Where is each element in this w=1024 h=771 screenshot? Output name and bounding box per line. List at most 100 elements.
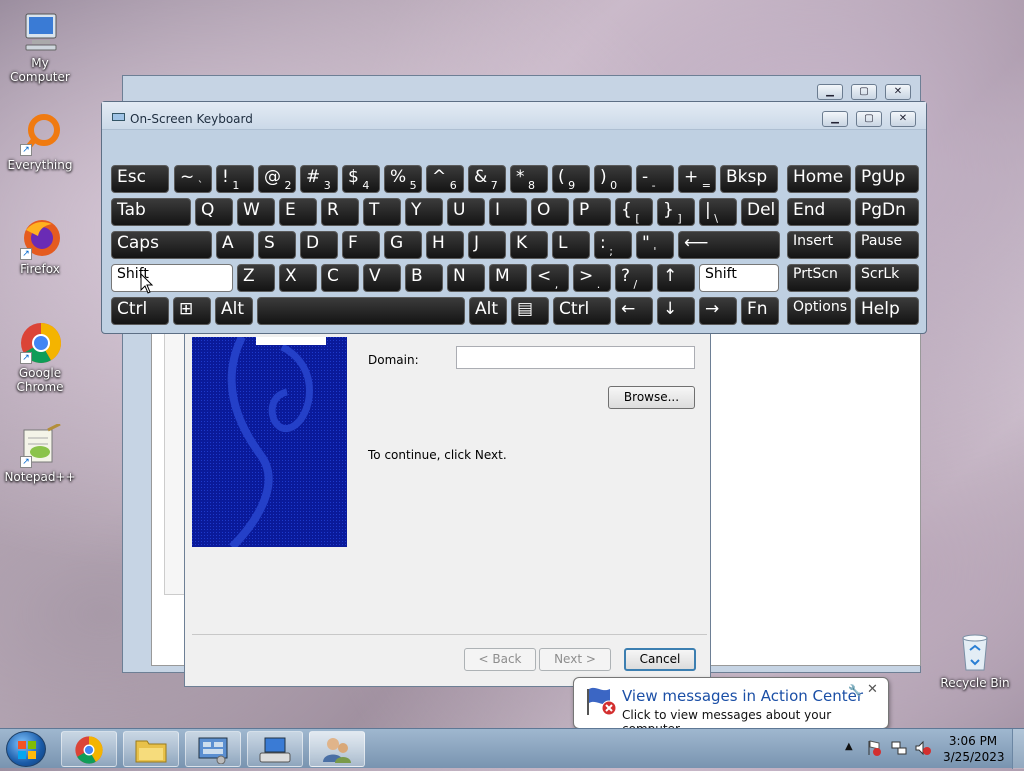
key-symbol[interactable]: ) 0 (594, 165, 632, 193)
domain-input[interactable] (456, 346, 695, 369)
notification-title[interactable]: View messages in Action Center (622, 687, 863, 705)
key-prtscn[interactable]: PrtScn (787, 264, 851, 292)
key-symbol[interactable]: * 8 (510, 165, 548, 193)
taskbar-explorer[interactable] (123, 731, 179, 767)
key-pgup[interactable]: PgUp (855, 165, 919, 193)
desktop-icon-firefox[interactable]: ↗ Firefox (0, 216, 80, 276)
key-l[interactable]: L (552, 231, 590, 259)
key-symbol[interactable]: ~ ` (174, 165, 212, 193)
key-y[interactable]: Y (405, 198, 443, 226)
key-symbol[interactable]: ? / (615, 264, 653, 292)
key-v[interactable]: V (363, 264, 401, 292)
key-t[interactable]: T (363, 198, 401, 226)
key-pgdn[interactable]: PgDn (855, 198, 919, 226)
cancel-button[interactable]: Cancel (624, 648, 696, 671)
key-symbol[interactable]: ▤ (511, 297, 549, 325)
key-caps[interactable]: Caps (111, 231, 212, 259)
close-button[interactable]: ✕ (885, 84, 911, 100)
osk-titlebar[interactable]: On-Screen Keyboard ▁ ▢ ✕ (102, 102, 926, 130)
key-help[interactable]: Help (855, 297, 919, 325)
key-symbol[interactable]: | \ (699, 198, 737, 226)
desktop-icon-notepad-plus-plus[interactable]: ↗ Notepad++ (0, 422, 80, 484)
key-alt[interactable]: Alt (469, 297, 507, 325)
key-symbol[interactable]: & 7 (468, 165, 506, 193)
key-symbol[interactable]: : ; (594, 231, 632, 259)
key-symbol[interactable]: ↓ (657, 297, 695, 325)
key-m[interactable]: M (489, 264, 527, 292)
key-ctrl[interactable]: Ctrl (111, 297, 169, 325)
key-u[interactable]: U (447, 198, 485, 226)
desktop-icon-chrome[interactable]: ↗ Google Chrome (0, 320, 80, 394)
key-symbol[interactable]: ! 1 (216, 165, 254, 193)
key-w[interactable]: W (237, 198, 275, 226)
key-z[interactable]: Z (237, 264, 275, 292)
key-symbol[interactable]: < , (531, 264, 569, 292)
start-button[interactable] (6, 731, 46, 767)
key-n[interactable]: N (447, 264, 485, 292)
key-fn[interactable]: Fn (741, 297, 779, 325)
key-b[interactable]: B (405, 264, 443, 292)
taskbar-setup-wizard[interactable] (309, 731, 365, 767)
key-scrlk[interactable]: ScrLk (855, 264, 919, 292)
key-d[interactable]: D (300, 231, 338, 259)
notification-close-icon[interactable]: ✕ (867, 682, 878, 697)
key-symbol[interactable]: ↑ (657, 264, 695, 292)
key-e[interactable]: E (279, 198, 317, 226)
key-ctrl[interactable]: Ctrl (553, 297, 611, 325)
key-options[interactable]: Options (787, 297, 851, 325)
key-c[interactable]: C (321, 264, 359, 292)
key-a[interactable]: A (216, 231, 254, 259)
key-alt[interactable]: Alt (215, 297, 253, 325)
desktop-icon-my-computer[interactable]: My Computer (0, 10, 80, 84)
next-button[interactable]: Next > (539, 648, 611, 671)
show-desktop-button[interactable] (1012, 729, 1024, 769)
osk-minimize-button[interactable]: ▁ (822, 111, 848, 127)
setup-wizard-dialog[interactable]: Domain: Browse... To continue, click Nex… (184, 300, 711, 687)
key-s[interactable]: S (258, 231, 296, 259)
key-symbol[interactable]: ⟵ (678, 231, 780, 259)
key-o[interactable]: O (531, 198, 569, 226)
taskbar-chrome[interactable] (61, 731, 117, 767)
wrench-icon[interactable]: 🔧 (848, 684, 862, 697)
key-p[interactable]: P (573, 198, 611, 226)
key-space[interactable] (257, 297, 465, 325)
desktop-icon-recycle-bin[interactable]: Recycle Bin (935, 630, 1015, 690)
taskbar-control-panel[interactable] (185, 731, 241, 767)
volume-muted-icon[interactable] (915, 740, 931, 756)
key-g[interactable]: G (384, 231, 422, 259)
key-symbol[interactable]: ^ 6 (426, 165, 464, 193)
key-symbol[interactable]: ← (615, 297, 653, 325)
key-k[interactable]: K (510, 231, 548, 259)
network-icon[interactable] (891, 740, 907, 756)
key-esc[interactable]: Esc (111, 165, 169, 193)
desktop-icon-everything[interactable]: ↗ Everything (0, 112, 80, 172)
clock[interactable]: 3:06 PM 3/25/2023 (943, 733, 1005, 765)
back-button[interactable]: < Back (464, 648, 536, 671)
key-shift[interactable]: Shift (699, 264, 779, 292)
key-symbol[interactable]: % 5 (384, 165, 422, 193)
key-i[interactable]: I (489, 198, 527, 226)
action-center-notification[interactable]: View messages in Action Center Click to … (573, 677, 889, 736)
key-x[interactable]: X (279, 264, 317, 292)
key-symbol[interactable]: } ] (657, 198, 695, 226)
key-symbol[interactable]: - - (636, 165, 674, 193)
maximize-button[interactable]: ▢ (851, 84, 877, 100)
key-symbol[interactable]: $ 4 (342, 165, 380, 193)
minimize-button[interactable]: ▁ (817, 84, 843, 100)
key-h[interactable]: H (426, 231, 464, 259)
key-symbol[interactable]: # 3 (300, 165, 338, 193)
taskbar-on-screen-keyboard[interactable] (247, 731, 303, 767)
osk-maximize-button[interactable]: ▢ (856, 111, 882, 127)
key-symbol[interactable]: > . (573, 264, 611, 292)
osk-close-button[interactable]: ✕ (890, 111, 916, 127)
key-f[interactable]: F (342, 231, 380, 259)
key-q[interactable]: Q (195, 198, 233, 226)
key-pause[interactable]: Pause (855, 231, 919, 259)
key-insert[interactable]: Insert (787, 231, 851, 259)
key-r[interactable]: R (321, 198, 359, 226)
key-tab[interactable]: Tab (111, 198, 191, 226)
key-symbol[interactable]: → (699, 297, 737, 325)
key-del[interactable]: Del (741, 198, 779, 226)
key-j[interactable]: J (468, 231, 506, 259)
key-symbol[interactable]: + = (678, 165, 716, 193)
